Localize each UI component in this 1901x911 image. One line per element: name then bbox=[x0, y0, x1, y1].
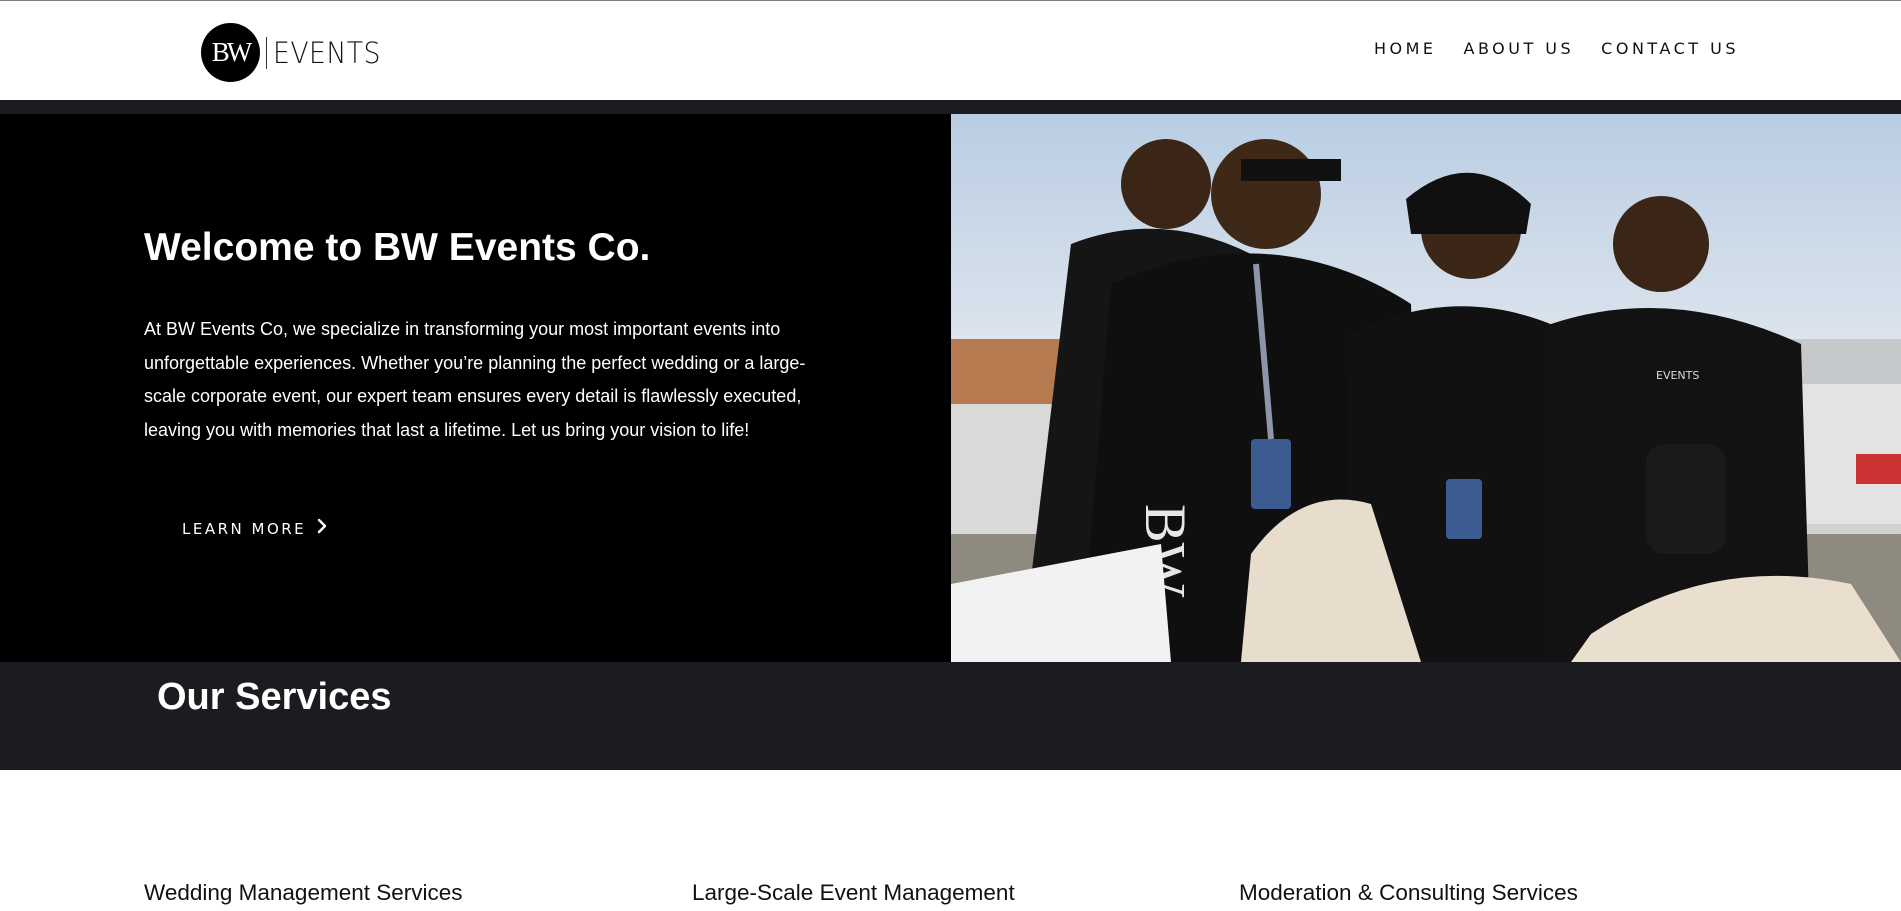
service-moderation-consulting[interactable]: Moderation & Consulting Services bbox=[1239, 880, 1578, 906]
service-large-scale-event[interactable]: Large-Scale Event Management bbox=[692, 880, 1015, 906]
hero-description-line: At BW Events Co, we specialize in transf… bbox=[144, 319, 781, 339]
site-header: BW EVENTS HOME ABOUT US CONTACT US bbox=[0, 1, 1901, 100]
hero-description-line: scale corporate event, our expert team e… bbox=[144, 386, 802, 406]
logo-mark: BW bbox=[201, 23, 260, 82]
learn-more-label: LEARN MORE bbox=[182, 519, 307, 538]
logo-divider bbox=[266, 36, 267, 69]
hero-description: At BW Events Co, we specialize in transf… bbox=[144, 313, 844, 447]
learn-more-button[interactable]: LEARN MORE bbox=[182, 518, 328, 539]
chevron-right-icon bbox=[316, 518, 328, 539]
svg-text:EVENTS: EVENTS bbox=[1656, 369, 1699, 382]
logo-text: EVENTS bbox=[273, 35, 381, 70]
hero-title: Welcome to BW Events Co. bbox=[144, 226, 651, 269]
hero-image: BW EVENTS bbox=[951, 114, 1901, 662]
hero-description-line: leaving you with memories that last a li… bbox=[144, 419, 750, 440]
nav-home[interactable]: HOME bbox=[1374, 39, 1437, 58]
service-wedding-management[interactable]: Wedding Management Services bbox=[144, 880, 463, 906]
header-divider-band bbox=[0, 100, 1901, 114]
site-logo[interactable]: BW EVENTS bbox=[201, 23, 390, 82]
services-title: Our Services bbox=[157, 676, 392, 718]
nav-about-us[interactable]: ABOUT US bbox=[1464, 39, 1575, 58]
nav-contact-us[interactable]: CONTACT US bbox=[1601, 39, 1739, 58]
hero-description-line: unforgettable experiences. Whether you’r… bbox=[144, 352, 806, 373]
main-nav: HOME ABOUT US CONTACT US bbox=[1374, 39, 1739, 58]
